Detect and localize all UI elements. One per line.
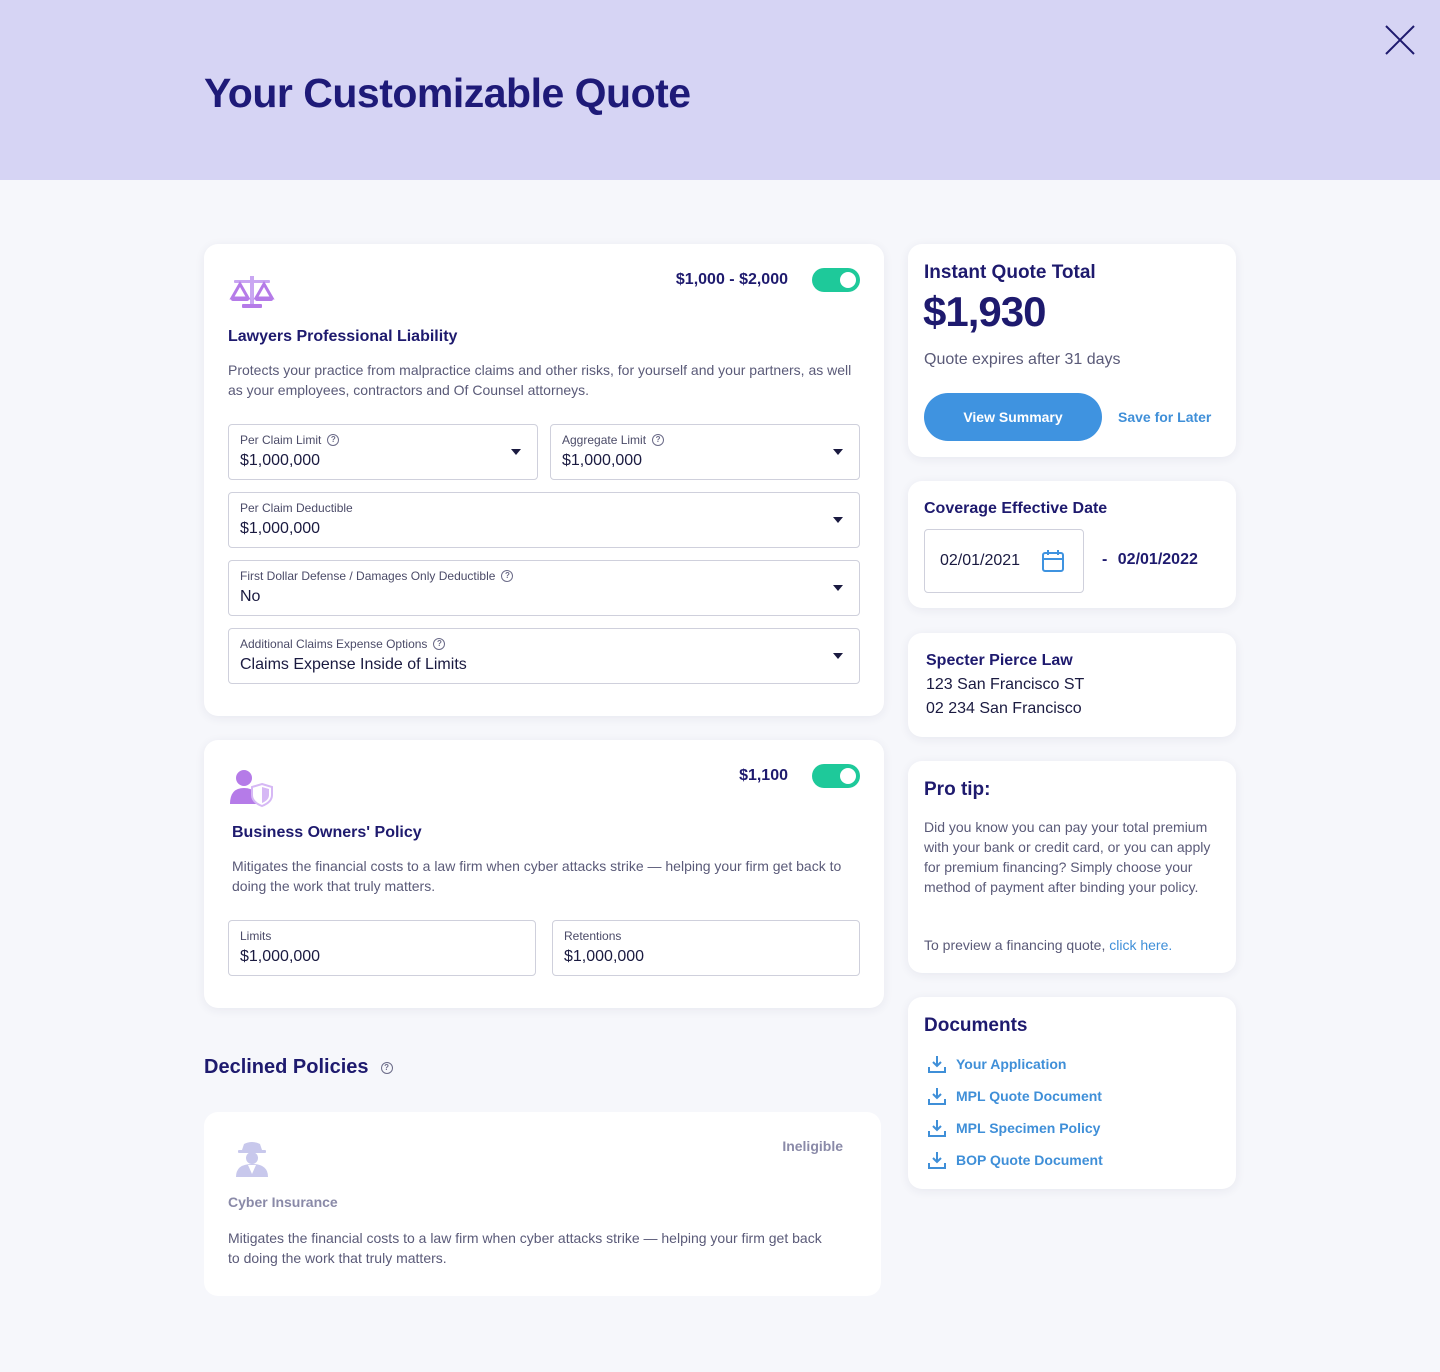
bop-title: Business Owners' Policy	[232, 824, 422, 841]
document-label: Your Application	[956, 1056, 1067, 1072]
user-shield-icon	[230, 770, 273, 808]
document-label: BOP Quote Document	[956, 1152, 1103, 1168]
document-link[interactable]: MPL Specimen Policy	[928, 1119, 1100, 1137]
bop-price: $1,100	[739, 767, 788, 784]
cyber-title: Cyber Insurance	[228, 1194, 338, 1210]
cyber-description: Mitigates the financial costs to a law f…	[228, 1230, 822, 1266]
field-value: $1,000,000	[240, 520, 321, 537]
chevron-down-icon	[833, 653, 843, 659]
field-label: Additional Claims Expense Options	[240, 637, 428, 651]
firm-address-1: 123 San Francisco ST	[926, 676, 1085, 693]
calendar-icon[interactable]	[1041, 549, 1065, 573]
quote-expires: Quote expires after 31 days	[924, 351, 1121, 368]
page-header: Your Customizable Quote	[0, 0, 1440, 180]
retentions-field[interactable]: Retentions $1,000,000	[552, 920, 860, 976]
coverage-heading: Coverage Effective Date	[924, 500, 1108, 517]
quote-heading: Instant Quote Total	[924, 262, 1096, 283]
download-icon	[928, 1056, 946, 1073]
quote-total-card: Instant Quote Total $1,930 Quote expires…	[908, 244, 1236, 457]
scales-icon	[229, 276, 275, 308]
lpl-price: $1,000 - $2,000	[675, 271, 788, 288]
firm-name: Specter Pierce Law	[926, 652, 1073, 669]
document-link[interactable]: BOP Quote Document	[928, 1151, 1103, 1169]
help-icon[interactable]: ?	[652, 434, 665, 446]
download-icon	[928, 1120, 946, 1137]
lpl-title: Lawyers Professional Liability	[228, 328, 458, 345]
page-title: Your Customizable Quote	[204, 70, 691, 116]
coverage-card: Coverage Effective Date 02/01/2021 - 02/…	[908, 481, 1236, 608]
bop-toggle[interactable]	[812, 764, 860, 788]
field-value: Claims Expense Inside of Limits	[240, 656, 467, 673]
start-date-value: 02/01/2021	[940, 552, 1021, 569]
claims-expense-select[interactable]: Additional Claims Expense Options? Claim…	[228, 628, 860, 684]
end-date-value: 02/01/2022	[1117, 551, 1198, 568]
declined-heading: Declined Policies ?	[204, 1056, 393, 1079]
view-summary-button[interactable]: View Summary	[924, 393, 1102, 441]
chevron-down-icon	[833, 449, 843, 455]
protip-card: Pro tip: Did you know you can pay your t…	[908, 761, 1236, 973]
limits-field[interactable]: Limits $1,000,000	[228, 920, 536, 976]
documents-heading: Documents	[924, 1015, 1028, 1036]
field-label: Limits	[240, 929, 272, 943]
per-claim-deductible-select[interactable]: Per Claim Deductible $1,000,000	[228, 492, 860, 548]
lpl-description: Protects your practice from malpractice …	[228, 362, 852, 398]
field-label: Per Claim Deductible	[240, 501, 353, 515]
field-value: $1,000,000	[564, 948, 645, 965]
field-label: Aggregate Limit	[562, 433, 647, 447]
help-icon[interactable]: ?	[327, 434, 340, 446]
field-value: No	[240, 588, 261, 605]
help-icon[interactable]: ?	[380, 1061, 393, 1074]
end-date: - 02/01/2022	[1102, 551, 1198, 569]
document-link[interactable]: Your Application	[928, 1055, 1066, 1073]
quote-total: $1,930	[923, 288, 1046, 335]
help-icon[interactable]: ?	[433, 638, 446, 650]
declined-heading-text: Declined Policies	[204, 1056, 369, 1078]
field-value: $1,000,000	[562, 452, 643, 469]
protip-preview: To preview a financing quote, click here…	[924, 937, 1172, 953]
help-icon[interactable]: ?	[501, 570, 514, 582]
download-icon	[928, 1088, 946, 1105]
lpl-toggle[interactable]	[812, 268, 860, 292]
field-label: Per Claim Limit	[240, 433, 322, 447]
aggregate-limit-select[interactable]: Aggregate Limit? $1,000,000	[550, 424, 860, 480]
bop-description: Mitigates the financial costs to a law f…	[232, 858, 842, 894]
chevron-down-icon	[833, 585, 843, 591]
end-date-prefix: -	[1102, 551, 1108, 568]
save-for-later-link[interactable]: Save for Later	[1118, 409, 1211, 425]
protip-body: Did you know you can pay your total prem…	[924, 819, 1211, 895]
firm-address-2: 02 234 San Francisco	[926, 700, 1082, 717]
protip-heading: Pro tip:	[924, 779, 991, 800]
documents-card: Documents Your Application MPL Quote Doc…	[908, 997, 1236, 1189]
start-date-input[interactable]: 02/01/2021	[924, 529, 1084, 593]
document-label: MPL Quote Document	[956, 1088, 1102, 1104]
financing-quote-link[interactable]: click here.	[1109, 937, 1172, 953]
cyber-card: Ineligible Cyber Insurance Mitigates the…	[204, 1112, 881, 1296]
close-button[interactable]	[1382, 22, 1418, 58]
chevron-down-icon	[833, 517, 843, 523]
protip-preview-text: To preview a financing quote,	[924, 937, 1106, 953]
field-value: $1,000,000	[240, 948, 321, 965]
field-label: First Dollar Defense / Damages Only Dedu…	[240, 569, 496, 583]
cyber-status: Ineligible	[782, 1138, 843, 1154]
close-icon	[1385, 25, 1415, 55]
spy-icon	[236, 1142, 268, 1177]
field-value: $1,000,000	[240, 452, 321, 469]
document-link[interactable]: MPL Quote Document	[928, 1087, 1102, 1105]
lpl-card: $1,000 - $2,000 Lawyers Professional Lia…	[204, 244, 884, 716]
bop-card: $1,100 Business Owners' Policy Mitigates…	[204, 740, 884, 1008]
field-label: Retentions	[564, 929, 622, 943]
per-claim-limit-select[interactable]: Per Claim Limit? $1,000,000	[228, 424, 538, 480]
document-label: MPL Specimen Policy	[956, 1120, 1101, 1136]
firm-card: Specter Pierce Law 123 San Francisco ST …	[908, 633, 1236, 737]
chevron-down-icon	[511, 449, 521, 455]
download-icon	[928, 1152, 946, 1169]
first-dollar-defense-select[interactable]: First Dollar Defense / Damages Only Dedu…	[228, 560, 860, 616]
